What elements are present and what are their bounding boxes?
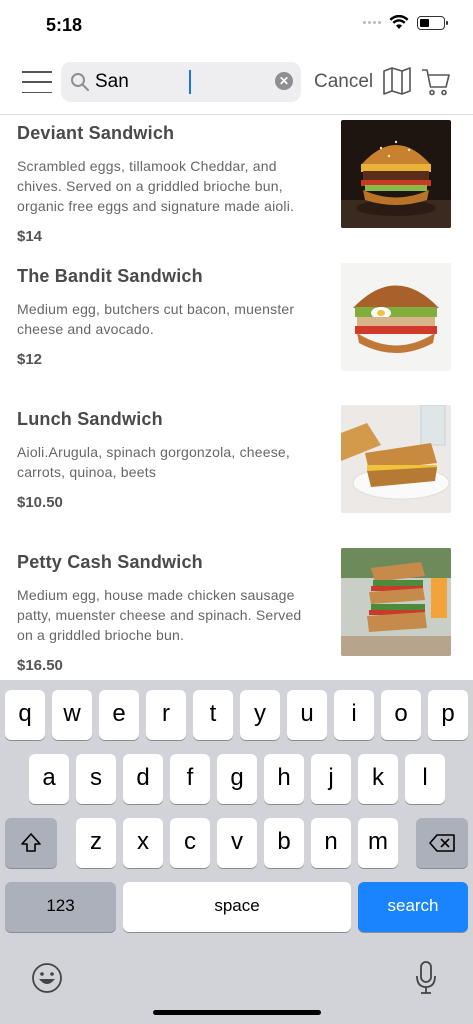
microphone-icon[interactable] (414, 960, 438, 996)
item-price: $16.50 (17, 657, 63, 674)
key-s[interactable]: s (76, 754, 116, 804)
emoji-icon[interactable] (31, 962, 63, 994)
home-indicator[interactable] (153, 1010, 321, 1015)
key-l[interactable]: l (405, 754, 445, 804)
item-image (341, 405, 451, 513)
key-r[interactable]: r (146, 690, 186, 740)
status-time: 5:18 (46, 15, 83, 35)
cancel-button[interactable]: Cancel (314, 71, 373, 93)
key-j[interactable]: j (311, 754, 351, 804)
item-price: $12 (17, 351, 43, 368)
cart-icon[interactable] (421, 67, 451, 97)
item-image (341, 120, 451, 228)
menu-icon[interactable] (22, 71, 52, 93)
key-d[interactable]: d (123, 754, 163, 804)
numbers-key[interactable]: 123 (5, 882, 116, 932)
wifi-icon (389, 15, 409, 29)
key-f[interactable]: f (170, 754, 210, 804)
key-y[interactable]: y (240, 690, 280, 740)
map-icon[interactable] (382, 67, 412, 95)
item-description: Scrambled eggs, tillamook Cheddar, and c… (17, 158, 295, 214)
search-icon (71, 73, 89, 91)
key-n[interactable]: n (311, 818, 351, 868)
key-p[interactable]: p (428, 690, 468, 740)
text-cursor (189, 70, 191, 94)
clear-search-icon[interactable]: ✕ (275, 72, 293, 90)
item-name: Deviant Sandwich (17, 123, 175, 143)
key-z[interactable]: z (76, 818, 116, 868)
item-price: $14 (17, 228, 43, 245)
item-name: Lunch Sandwich (17, 409, 163, 429)
space-key[interactable]: space (123, 882, 351, 932)
key-k[interactable]: k (358, 754, 398, 804)
key-i[interactable]: i (334, 690, 374, 740)
item-name: Petty Cash Sandwich (17, 552, 203, 572)
key-h[interactable]: h (264, 754, 304, 804)
item-description: Medium egg, butchers cut bacon, muenster… (17, 301, 295, 337)
key-c[interactable]: c (170, 818, 210, 868)
key-x[interactable]: x (123, 818, 163, 868)
item-image (341, 263, 451, 371)
status-icons (363, 15, 448, 30)
keyboard: q w e r t y u i o p a s d f g h j k l z … (0, 680, 473, 1024)
key-b[interactable]: b (264, 818, 304, 868)
key-a[interactable]: a (29, 754, 69, 804)
delete-key[interactable] (416, 818, 468, 868)
key-o[interactable]: o (381, 690, 421, 740)
search-bar[interactable]: ✕ (61, 62, 301, 102)
top-bar: ✕ Cancel (0, 58, 473, 108)
status-bar: 5:18 (0, 0, 473, 50)
key-t[interactable]: t (193, 690, 233, 740)
item-price: $10.50 (17, 494, 63, 511)
battery-icon (417, 15, 448, 30)
shift-key[interactable] (5, 818, 57, 868)
item-description: Aioli.Arugula, spinach gorgonzola, chees… (17, 444, 291, 480)
key-w[interactable]: w (52, 690, 92, 740)
key-m[interactable]: m (358, 818, 398, 868)
key-g[interactable]: g (217, 754, 257, 804)
key-q[interactable]: q (5, 690, 45, 740)
item-description: Medium egg, house made chicken sausage p… (17, 587, 302, 643)
header-divider (0, 114, 473, 115)
key-u[interactable]: u (287, 690, 327, 740)
backspace-icon (429, 834, 455, 852)
item-name: The Bandit Sandwich (17, 266, 203, 286)
signal-icon (363, 21, 381, 24)
item-image (341, 548, 451, 656)
search-input[interactable] (95, 68, 265, 96)
key-v[interactable]: v (217, 818, 257, 868)
shift-icon (21, 833, 41, 852)
search-key[interactable]: search (358, 882, 468, 932)
key-e[interactable]: e (99, 690, 139, 740)
